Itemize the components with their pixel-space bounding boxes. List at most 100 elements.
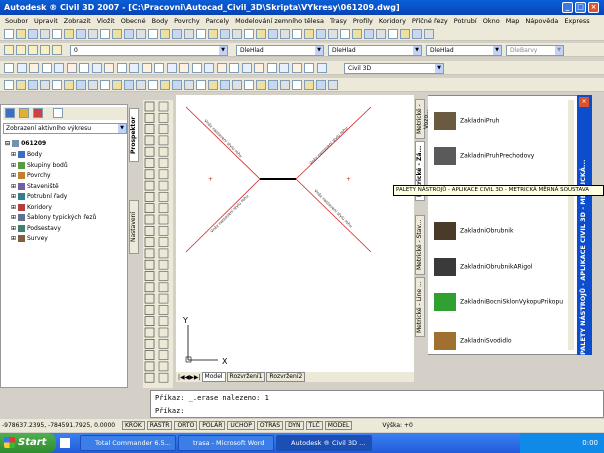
toolbar-button-icon[interactable] — [328, 80, 338, 90]
toolbar-button-icon[interactable] — [196, 80, 206, 90]
toolbar-button-icon[interactable] — [64, 29, 74, 39]
toolbar-button-icon[interactable] — [40, 80, 50, 90]
menu-item[interactable]: Povrchy — [171, 17, 203, 25]
draw-tool-icon[interactable] — [144, 203, 155, 213]
toolbar-button-icon[interactable] — [100, 80, 110, 90]
toolbar-button-icon[interactable] — [166, 63, 177, 73]
draw-tool-icon[interactable] — [144, 316, 155, 326]
draw-tool-icon[interactable] — [144, 361, 155, 372]
menu-item[interactable]: Příčné řezy — [409, 17, 451, 25]
maximize-button[interactable]: □ — [575, 2, 586, 13]
layer-combo[interactable]: 0 ▼ — [70, 45, 228, 56]
color-combo[interactable]: DleHlad ▼ — [236, 45, 324, 56]
draw-tool-icon[interactable] — [144, 214, 155, 225]
toolbar-button-icon[interactable] — [66, 63, 77, 73]
palette-tool[interactable]: ZakladniObrubnikARigol — [434, 258, 533, 276]
annotation-scale[interactable]: Výška: +0 — [382, 422, 412, 429]
toolbar-button-icon[interactable] — [328, 29, 338, 39]
toolbar-button-icon[interactable] — [41, 63, 52, 73]
toolbar-button-icon[interactable] — [124, 80, 134, 90]
toolbar-button-icon[interactable] — [208, 80, 218, 90]
expand-icon[interactable]: ⊞ — [11, 151, 18, 158]
draw-tool-icon[interactable] — [158, 339, 169, 349]
tree-item[interactable]: ⊞ Potrubní řady — [11, 192, 67, 202]
tab-layout2[interactable]: Rozvržení2 — [266, 372, 306, 382]
search-icon[interactable] — [53, 108, 63, 118]
lineweight-combo[interactable]: DleHlad ▼ — [426, 45, 502, 56]
toolbar-button-icon[interactable] — [16, 80, 26, 90]
toolbar-button-icon[interactable] — [91, 63, 102, 73]
draw-tool-icon[interactable] — [158, 192, 169, 202]
status-toggle[interactable]: RASTR — [146, 421, 173, 430]
draw-tool-icon[interactable] — [144, 248, 155, 259]
toolbar-button-icon[interactable] — [172, 29, 182, 39]
toolbar-button-icon[interactable] — [136, 80, 146, 90]
draw-tool-icon[interactable] — [158, 350, 169, 360]
help-icon[interactable] — [33, 108, 43, 118]
draw-tool-icon[interactable] — [144, 339, 155, 349]
palette-tool[interactable]: ZakladniPruh — [434, 112, 499, 130]
draw-tool-icon[interactable] — [144, 180, 155, 191]
palette-tab-stav[interactable]: Metrické - Stav... — [415, 215, 425, 275]
draw-tool-icon[interactable] — [158, 226, 169, 236]
tab-layout1[interactable]: Rozvržení1 — [226, 372, 266, 382]
palette-scrollbar[interactable] — [568, 100, 574, 350]
toolbar-button-icon[interactable] — [148, 29, 158, 39]
toolbar-button-icon[interactable] — [304, 29, 314, 39]
toolbar-button-icon[interactable] — [172, 80, 182, 90]
tree-item[interactable]: ⊞ Skupiny bodů — [11, 161, 68, 171]
start-button[interactable]: Start — [0, 433, 56, 453]
draw-tool-icon[interactable] — [158, 271, 169, 281]
palette-tab-line[interactable]: Metrické - Line ... — [415, 277, 425, 337]
toolbar-button-icon[interactable] — [16, 63, 27, 73]
draw-tool-icon[interactable] — [158, 282, 169, 293]
expand-icon[interactable]: ⊞ — [11, 235, 18, 242]
toolbar-button-icon[interactable] — [4, 63, 14, 73]
toolbar-button-icon[interactable] — [136, 29, 146, 39]
draw-tool-icon[interactable] — [158, 327, 169, 338]
status-toggle[interactable]: ORTO — [174, 421, 198, 430]
toolbar-button-icon[interactable] — [76, 80, 86, 90]
toolbar-button-icon[interactable] — [216, 63, 227, 73]
toolbar-button-icon[interactable] — [64, 80, 74, 90]
toolbar-button-icon[interactable] — [104, 63, 114, 73]
menu-item[interactable]: Profily — [350, 17, 376, 25]
status-toggle[interactable]: MODEL — [324, 421, 353, 430]
toolbar-button-icon[interactable] — [16, 29, 26, 39]
draw-tool-icon[interactable] — [158, 316, 169, 326]
toolbar-button-icon[interactable] — [254, 63, 264, 73]
toolbar-button-icon[interactable] — [112, 29, 122, 39]
toolbar-button-icon[interactable] — [141, 63, 152, 73]
tab-prospector[interactable]: Prospektor — [129, 108, 139, 162]
task-word[interactable]: trasa - Microsoft Word — [178, 435, 274, 451]
draw-tool-icon[interactable] — [158, 180, 169, 191]
draw-tool-icon[interactable] — [144, 146, 155, 157]
draw-tool-icon[interactable] — [158, 135, 169, 146]
draw-tool-icon[interactable] — [144, 192, 155, 202]
toolbar-button-icon[interactable] — [220, 29, 230, 39]
draw-tool-icon[interactable] — [144, 282, 155, 293]
draw-tool-icon[interactable] — [144, 293, 155, 304]
toolbar-button-icon[interactable] — [280, 80, 290, 90]
draw-tool-icon[interactable] — [158, 101, 169, 112]
toolbar-button-icon[interactable] — [232, 29, 242, 39]
toolbar-button-icon[interactable] — [160, 29, 170, 39]
tab-model[interactable]: Model — [201, 372, 226, 382]
close-icon[interactable]: × — [579, 97, 589, 107]
toolbar-button-icon[interactable] — [316, 80, 326, 90]
tree-item[interactable]: ⊞ Staveniště — [11, 182, 59, 192]
layer-tool-icon[interactable] — [28, 45, 38, 55]
draw-tool-icon[interactable] — [144, 113, 155, 123]
menu-item[interactable]: Vložit — [94, 17, 118, 25]
minimize-button[interactable]: _ — [562, 2, 573, 13]
toolbar-button-icon[interactable] — [388, 29, 398, 39]
task-civil3d[interactable]: Autodesk ® Civil 3D ... — [276, 435, 372, 451]
menu-item[interactable]: Okno — [480, 17, 503, 25]
draw-tool-icon[interactable] — [144, 101, 155, 112]
toolbar-button-icon[interactable] — [29, 63, 39, 73]
toolbar-button-icon[interactable] — [148, 80, 158, 90]
tree-item[interactable]: ⊞ Podsestavy — [11, 224, 61, 234]
layer-tool-icon[interactable] — [16, 45, 26, 55]
draw-tool-icon[interactable] — [158, 203, 169, 213]
expand-icon[interactable]: ⊞ — [11, 183, 18, 190]
